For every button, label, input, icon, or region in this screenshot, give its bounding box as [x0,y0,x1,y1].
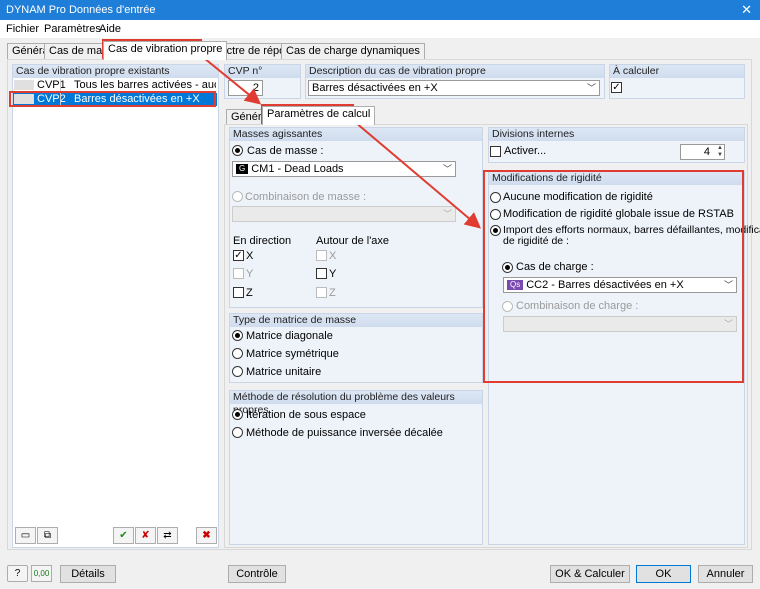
axe-x-label: X [329,250,337,262]
matrice-symetrique-radio[interactable] [232,348,243,359]
methode-header: Méthode de résolution du problème des va… [230,391,482,416]
axe-x-checkbox[interactable] [316,250,327,261]
list-item-selected[interactable]: CVP2 Barres désactivées en +X [13,93,217,106]
tab-cas-de-charge-dynamiques[interactable]: Cas de charge dynamiques [281,43,425,59]
matrice-unitaire-label: Matrice unitaire [246,366,322,378]
annuler-button[interactable]: Annuler [698,565,753,583]
autour-axe-label: Autour de l'axe [316,235,390,247]
menu-fichier[interactable]: Fichier [6,23,39,35]
import-efforts-radio[interactable] [490,225,501,236]
dir-y-label: Y [246,268,254,280]
axe-y-label: Y [329,268,337,280]
dir-z-checkbox[interactable] [233,287,244,298]
chevron-down-icon: ﹀ [586,83,596,93]
modif-globale-radio[interactable] [490,209,501,220]
matrice-diagonale-label: Matrice diagonale [246,330,333,342]
masses-header: Masses agissantes [230,128,482,141]
cas-de-charge-radio[interactable] [502,262,513,273]
comb-de-charge-label: Combinaison de charge : [516,300,639,312]
dir-z-label: Z [246,287,253,299]
menu-parametres[interactable]: Paramètres [44,23,101,35]
swap-icon[interactable]: ⇄ [157,527,178,544]
cas-de-masse-combo[interactable]: G CM1 - Dead Loads ﹀ [232,161,456,177]
activer-label: Activer... [504,145,547,157]
cvp-number-field[interactable]: 2 [228,80,263,96]
copy-icon[interactable]: ⧉ [37,527,58,544]
controle-button[interactable]: Contrôle [228,565,286,583]
divisions-header: Divisions internes [489,128,744,141]
cas-de-masse-radio[interactable] [232,145,243,156]
load-type-badge: G [236,164,249,174]
axe-z-checkbox[interactable] [316,287,327,298]
cvp-header: CVP n° [225,65,300,78]
cas-de-charge-label: Cas de charge : [516,261,594,273]
matrice-unitaire-radio[interactable] [232,366,243,377]
iteration-label: Itération de sous espace [246,409,366,421]
puissance-label: Méthode de puissance inversée décalée [246,427,443,439]
description-value: Barres désactivées en +X [312,82,438,94]
ok-button[interactable]: OK [636,565,691,583]
comb-de-masse-combo[interactable]: ﹀ [232,206,456,222]
chevron-down-icon: ﹀ [723,319,733,329]
uncheck-all-icon[interactable]: ✘ [135,527,156,544]
cas-de-charge-value: CC2 - Barres désactivées en +X [526,279,684,291]
window-title: DYNAM Pro Données d'entrée [6,4,156,16]
vibration-cases-list: Cas de vibration propre existants [12,64,219,548]
comb-de-masse-radio[interactable] [232,191,243,202]
dir-x-label: X [246,250,254,262]
comb-de-masse-label: Combinaison de masse : [245,191,367,203]
description-combo[interactable]: Barres désactivées en +X ﹀ [308,80,600,96]
matrice-symetrique-label: Matrice symétrique [246,348,339,360]
comb-de-charge-radio[interactable] [502,301,513,312]
delete-icon[interactable]: ✖ [196,527,217,544]
a-calculer-checkbox[interactable]: ✓ [611,82,622,93]
spinner-arrows-icon[interactable]: ▲ ▼ [717,145,723,159]
en-direction-label: En direction [233,235,292,247]
list-header: Cas de vibration propre existants [13,65,218,78]
cas-de-masse-value: CM1 - Dead Loads [251,163,344,175]
iteration-radio[interactable] [232,409,243,420]
matrice-diagonale-radio[interactable] [232,330,243,341]
modif-globale-label: Modification de rigidité globale issue d… [503,208,734,220]
description-header: Description du cas de vibration propre [306,65,604,78]
cas-de-masse-label: Cas de masse : [247,145,324,157]
puissance-radio[interactable] [232,427,243,438]
dir-x-checkbox[interactable]: ✓ [233,250,244,261]
details-button[interactable]: Détails [60,565,116,583]
chevron-down-icon: ﹀ [442,209,452,219]
aucune-modif-radio[interactable] [490,192,501,203]
import-efforts-label-2: de rigidité de : [503,235,569,247]
dir-y-checkbox[interactable] [233,268,244,279]
tab-cas-de-vibration-propre[interactable]: Cas de vibration propre [103,41,228,60]
comb-de-charge-combo[interactable]: ﹀ [503,316,737,332]
axe-y-checkbox[interactable] [316,268,327,279]
chevron-down-icon: ﹀ [723,280,733,290]
activer-checkbox[interactable] [490,146,501,157]
check-all-icon[interactable]: ✔ [113,527,134,544]
subtab-parametres-de-calcul[interactable]: Paramètres de calcul [262,106,376,125]
a-calculer-group: À calculer [609,64,745,99]
new-icon[interactable]: ▭ [15,527,36,544]
menu-bar: Fichier Paramètres Aide [0,20,760,38]
title-bar: DYNAM Pro Données d'entrée ✕ [0,0,760,20]
axe-z-label: Z [329,287,336,299]
a-calculer-header: À calculer [610,65,744,78]
ok-calculer-button[interactable]: OK & Calculer [550,565,630,583]
load-type-badge: Qs [507,280,524,290]
list-item[interactable]: CVP1 Tous les barres activées - aucune m… [13,79,217,92]
aucune-modif-label: Aucune modification de rigidité [503,191,653,203]
cas-de-charge-combo[interactable]: Qs CC2 - Barres désactivées en +X ﹀ [503,277,737,293]
close-icon[interactable]: ✕ [741,2,752,18]
rigidite-header: Modifications de rigidité [489,172,744,185]
chevron-down-icon: ﹀ [442,164,452,174]
matrice-header: Type de matrice de masse [230,314,482,327]
units-icon[interactable]: 0,00 [31,565,52,582]
menu-aide[interactable]: Aide [99,23,121,35]
divisions-spinner[interactable]: 4 ▲ ▼ [680,144,725,160]
divisions-value: 4 [703,146,710,158]
help-icon[interactable]: ? [7,565,28,582]
